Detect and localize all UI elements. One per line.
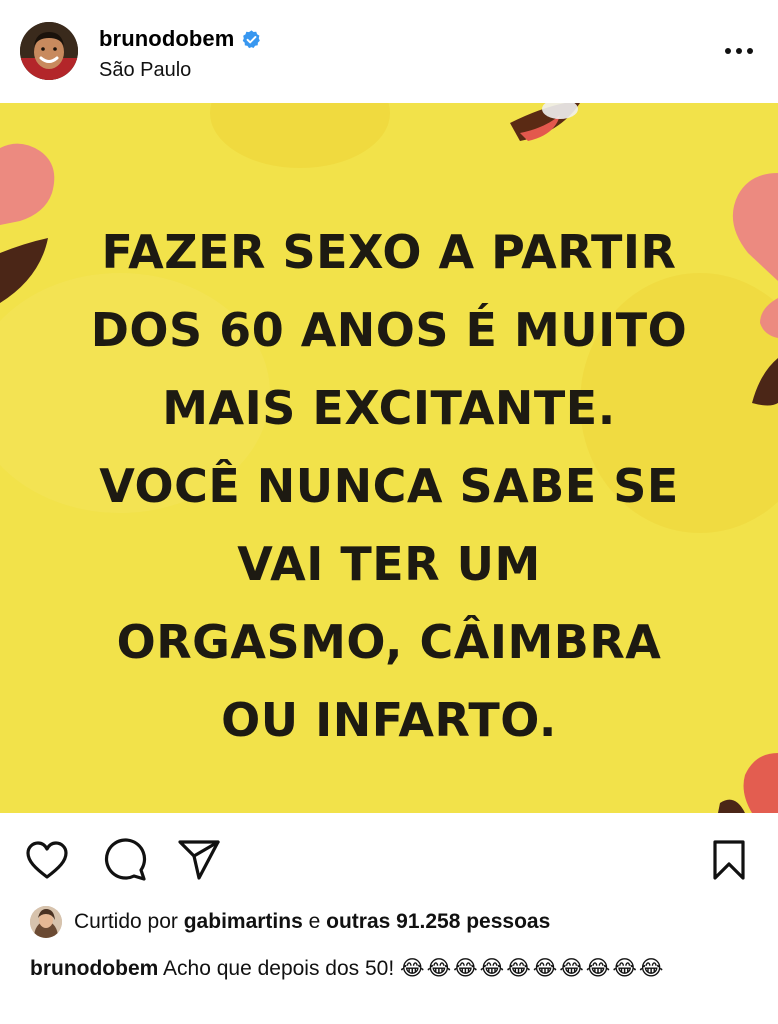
post-header: brunodobem São Paulo (0, 0, 778, 103)
post-location[interactable]: São Paulo (99, 59, 191, 82)
post-caption: brunodobem Acho que depois dos 50! 😂😂😂😂😂… (30, 952, 750, 986)
likes-summary[interactable]: Curtido por gabimartins e outras 91.258 … (30, 905, 550, 939)
share-icon[interactable] (176, 837, 222, 883)
image-text-line: ORGASMO, CÂIMBRA (116, 615, 662, 669)
likes-conjunction: e (308, 910, 321, 933)
caption-emojis: 😂😂😂😂😂😂😂😂😂😂 (400, 957, 666, 980)
post-image[interactable]: FAZER SEXO A PARTIR DOS 60 ANOS É MUITO … (0, 103, 778, 813)
caption-username[interactable]: brunodobem (30, 957, 158, 980)
image-text-line: DOS 60 ANOS É MUITO (90, 303, 688, 357)
bookmark-icon[interactable] (706, 837, 752, 883)
likes-prefix: Curtido por (74, 910, 178, 933)
comment-icon[interactable] (102, 837, 148, 883)
image-text-line: OU INFARTO. (221, 693, 557, 747)
caption-text: Acho que depois dos 50! (163, 957, 395, 980)
liker-username[interactable]: gabimartins (184, 910, 303, 934)
image-text-line: MAIS EXCITANTE. (162, 381, 616, 435)
image-text-line: FAZER SEXO A PARTIR (101, 225, 677, 279)
image-text: FAZER SEXO A PARTIR DOS 60 ANOS É MUITO … (0, 213, 778, 759)
heart-icon[interactable] (24, 837, 70, 883)
username[interactable]: brunodobem (99, 26, 234, 52)
liker-avatar[interactable] (30, 906, 62, 938)
verified-badge-icon (241, 29, 262, 50)
image-text-line: VOCÊ NUNCA SABE SE (99, 459, 679, 513)
action-bar (0, 813, 778, 905)
profile-avatar[interactable] (20, 22, 78, 80)
more-options-icon[interactable] (722, 34, 756, 68)
image-text-line: VAI TER UM (237, 537, 541, 591)
likes-count-link[interactable]: outras 91.258 pessoas (326, 910, 550, 934)
